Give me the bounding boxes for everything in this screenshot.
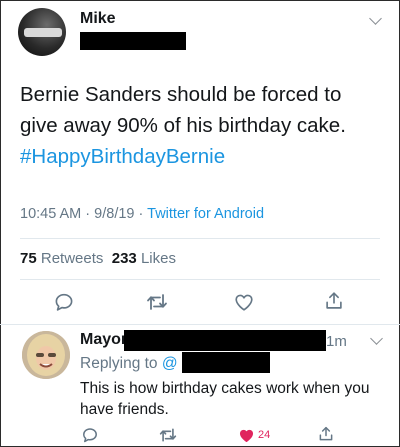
reply-avatar-photo [22, 331, 70, 379]
author-avatar[interactable] [18, 8, 66, 56]
like-button[interactable] [232, 290, 256, 314]
reply-like-count: 24 [258, 429, 271, 441]
hashtag-link[interactable]: #HappyBirthdayBernie [20, 141, 380, 172]
reply-icon [83, 428, 97, 443]
share-icon [326, 292, 342, 309]
like-count: 233 [111, 250, 137, 267]
replying-to: Replying to @ [80, 355, 178, 373]
reply-icon [55, 293, 73, 311]
replying-to-label: Replying to [80, 355, 158, 372]
reply-button[interactable] [52, 290, 76, 314]
reply-reply-button[interactable] [80, 425, 100, 445]
reply-share-button[interactable] [316, 424, 336, 444]
retweets-stat[interactable]: 75 Retweets [20, 250, 103, 267]
retweet-button[interactable] [145, 290, 169, 314]
heart-icon [235, 294, 253, 311]
divider [20, 238, 380, 239]
likes-label: Likes [140, 250, 176, 267]
reply-time: 1m [326, 333, 347, 350]
divider [20, 279, 380, 280]
redacted-handle [80, 32, 186, 50]
tweet-meta: 10:45 AM · 9/8/19 · Twitter for Android [20, 206, 264, 222]
author-name[interactable]: Mike [80, 10, 116, 28]
retweet-count: 75 [20, 250, 37, 267]
reply-text: This is how birthday cakes work when you… [80, 380, 370, 418]
meta-separator: · [85, 206, 91, 222]
avatar-highlight [24, 28, 62, 37]
share-icon [319, 426, 333, 441]
reply-avatar[interactable] [22, 331, 70, 379]
tweet-source-link[interactable]: Twitter for Android [147, 206, 264, 222]
likes-stat[interactable]: 233 Likes [112, 250, 176, 267]
retweet-icon [147, 294, 167, 310]
divider [0, 324, 400, 325]
reply-retweet-button[interactable] [158, 425, 178, 445]
tweet-time: 10:45 AM [20, 206, 82, 222]
share-button[interactable] [322, 289, 346, 313]
redacted-reply-handle [124, 330, 326, 351]
redacted-mention [182, 352, 270, 373]
tweet-text: Bernie Sanders should be forced to give … [20, 83, 346, 137]
tweet-body: Bernie Sanders should be forced to give … [20, 79, 380, 172]
retweets-label: Retweets [40, 250, 104, 267]
heart-icon [239, 429, 254, 442]
reply-like-button[interactable]: 24 [238, 425, 270, 445]
reply-author-name[interactable]: Mayor [80, 331, 127, 349]
tweet-stats: 75 Retweets 233 Likes [20, 250, 176, 267]
meta-separator: · [138, 206, 144, 222]
retweet-icon [159, 428, 177, 442]
tweet-date: 9/8/19 [94, 206, 135, 222]
replying-to-handle[interactable]: @ [162, 355, 178, 372]
